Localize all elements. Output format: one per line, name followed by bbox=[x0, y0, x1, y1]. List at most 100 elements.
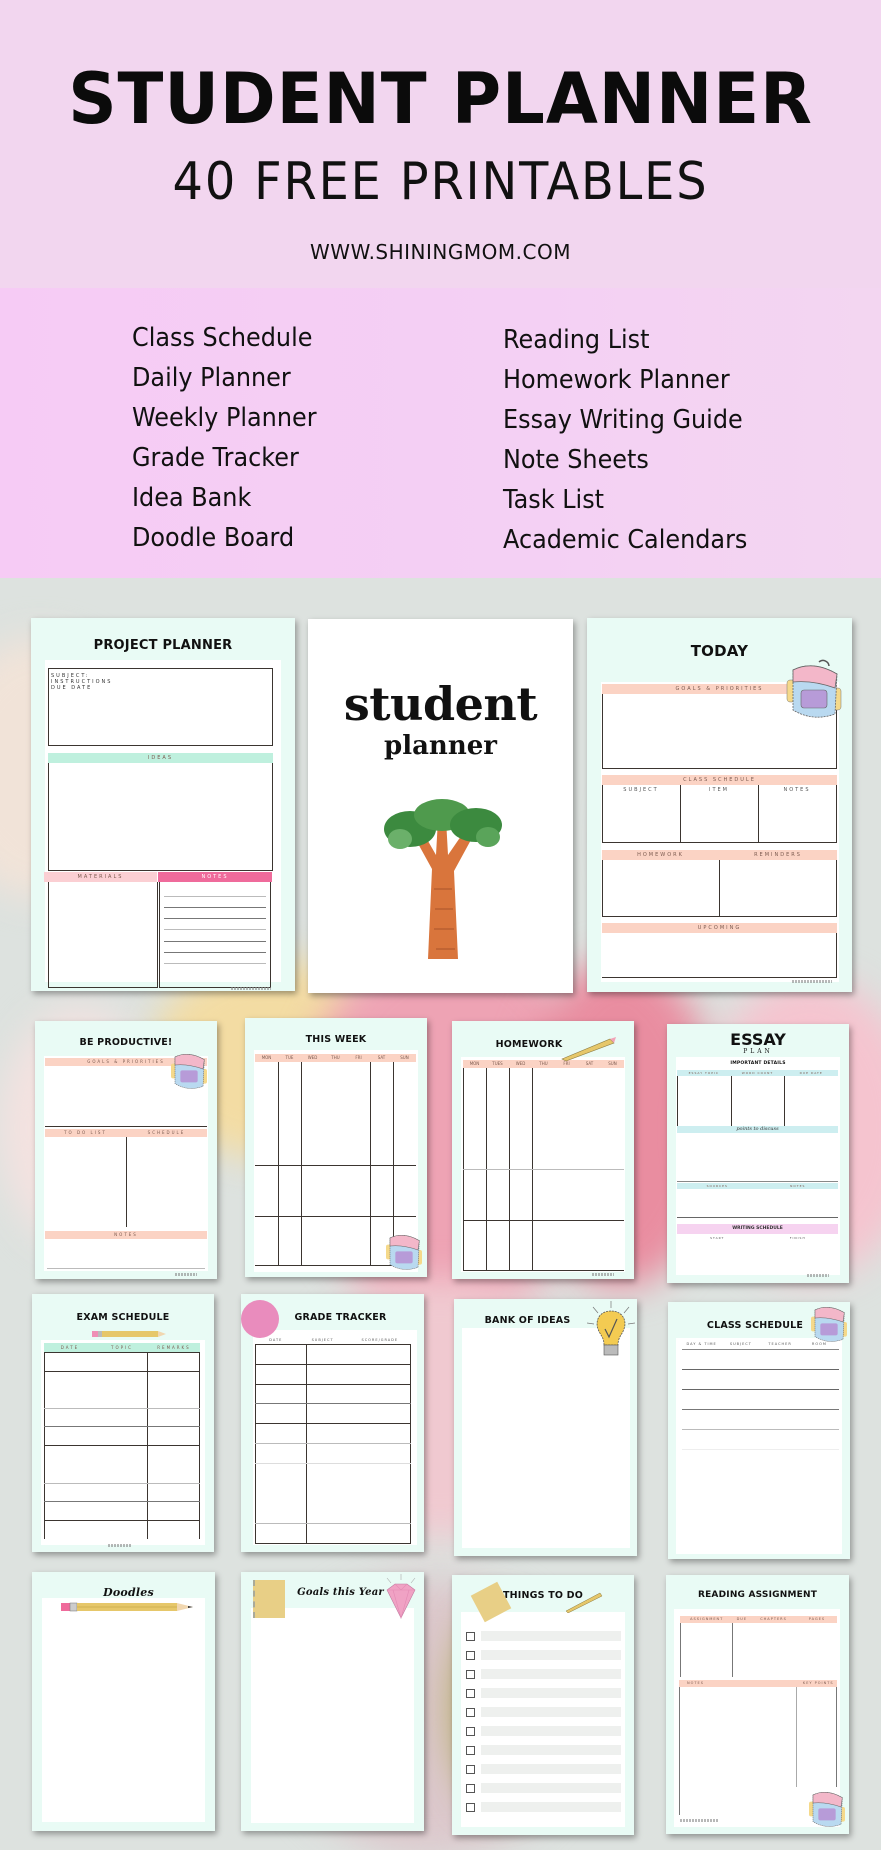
exam-schedule-page[interactable]: EXAM SCHEDULE DATE TOPIC REMARKS bbox=[32, 1294, 214, 1552]
section-header: NOTES bbox=[45, 1231, 207, 1239]
todo-line[interactable] bbox=[481, 1802, 621, 1812]
column-header: DAY & TIME bbox=[686, 1342, 717, 1346]
todo-checkbox[interactable] bbox=[466, 1689, 475, 1698]
todo-checkbox[interactable] bbox=[466, 1746, 475, 1755]
section-label: IMPORTANT DETAILS bbox=[730, 1061, 786, 1066]
todo-line[interactable] bbox=[481, 1631, 621, 1641]
list-item: Grade Tracker bbox=[132, 443, 299, 473]
todo-line[interactable] bbox=[481, 1726, 621, 1736]
todo-line[interactable] bbox=[481, 1745, 621, 1755]
todo-checkbox[interactable] bbox=[466, 1651, 475, 1660]
reading-assignment-page[interactable]: READING ASSIGNMENT ASSIGNMENT DUE CHAPTE… bbox=[666, 1575, 849, 1834]
column-header: TOPIC bbox=[111, 1345, 133, 1350]
todo-checkbox[interactable] bbox=[466, 1727, 475, 1736]
list-item: Daily Planner bbox=[132, 363, 291, 393]
section-header: IDEAS bbox=[48, 753, 273, 763]
class-schedule-page[interactable]: CLASS SCHEDULE DAY & TIME SUBJECT TEACHE… bbox=[668, 1302, 850, 1559]
backpack-icon bbox=[386, 1234, 422, 1270]
day-label: SUN bbox=[608, 1061, 617, 1066]
day-label: THU bbox=[539, 1061, 548, 1066]
page-title: BE PRODUCTIVE! bbox=[79, 1037, 173, 1048]
todo-line[interactable] bbox=[481, 1783, 621, 1793]
footer-url bbox=[231, 987, 271, 990]
list-item: Class Schedule bbox=[132, 323, 313, 353]
todo-checkbox[interactable] bbox=[466, 1803, 475, 1812]
bank-of-ideas-page[interactable]: BANK OF IDEAS bbox=[454, 1299, 637, 1556]
todo-line[interactable] bbox=[481, 1707, 621, 1717]
columns-header: ASSIGNMENT DUE CHAPTERS PAGES bbox=[680, 1616, 837, 1623]
todo-checkbox[interactable] bbox=[466, 1784, 475, 1793]
pencil-icon bbox=[61, 1602, 193, 1612]
column-header: SUBJECT bbox=[729, 1342, 752, 1346]
list-item: Academic Calendars bbox=[503, 525, 748, 555]
section-header: TO DO LIST bbox=[45, 1129, 126, 1137]
column-header: KEY POINTS bbox=[802, 1681, 834, 1685]
day-label: TUE bbox=[285, 1055, 294, 1060]
this-week-page[interactable]: THIS WEEK MON TUE WED THU FRI SAT SUN bbox=[245, 1018, 427, 1277]
todo-checkbox[interactable] bbox=[466, 1765, 475, 1774]
essay-plan-page[interactable]: ESSAY PLAN IMPORTANT DETAILS ESSAY TOPIC… bbox=[667, 1024, 849, 1283]
diamond-icon bbox=[386, 1574, 416, 1620]
be-productive-page[interactable]: BE PRODUCTIVE! GOALS & PRIORITIES TO DO … bbox=[35, 1021, 217, 1279]
page-title: EXAM SCHEDULE bbox=[76, 1312, 170, 1323]
doodles-page[interactable]: Doodles bbox=[32, 1572, 215, 1831]
backpack-icon bbox=[809, 1791, 845, 1827]
column-header: SCORE/GRADE bbox=[361, 1338, 399, 1342]
footer-url bbox=[792, 980, 832, 983]
page-title: PROJECT PLANNER bbox=[93, 638, 233, 653]
section-header: NOTES bbox=[158, 872, 272, 882]
column-header: DUE bbox=[736, 1617, 748, 1621]
column-header: DUE DATE bbox=[799, 1071, 823, 1075]
section-header: REMINDERS bbox=[719, 850, 837, 860]
column-header: DATE bbox=[60, 1345, 80, 1350]
columns-header: DATE SUBJECT SCORE/GRADE bbox=[255, 1336, 411, 1344]
section-header: HOMEWORK bbox=[602, 850, 719, 860]
todo-line[interactable] bbox=[481, 1688, 621, 1698]
info-line: DUE DATE bbox=[51, 685, 93, 691]
pencil-icon bbox=[561, 1037, 616, 1061]
ideas-box bbox=[48, 763, 273, 871]
section-header: MATERIALS bbox=[44, 872, 157, 882]
today-page[interactable]: TODAY GOALS & PRIORITIES CLASS SCHEDULE … bbox=[587, 618, 852, 992]
list-item: Reading List bbox=[503, 325, 650, 355]
footer-url bbox=[108, 1544, 132, 1547]
page-title: THIS WEEK bbox=[305, 1034, 367, 1045]
grade-tracker-page[interactable]: GRADE TRACKER DATE SUBJECT SCORE/GRADE bbox=[241, 1294, 424, 1552]
goals-this-year-page[interactable]: Goals this Year bbox=[241, 1572, 424, 1831]
day-label: THU bbox=[331, 1055, 340, 1060]
day-label: MON bbox=[261, 1055, 272, 1060]
day-label: FRI bbox=[355, 1055, 362, 1060]
todo-line[interactable] bbox=[481, 1669, 621, 1679]
project-planner-page[interactable]: PROJECT PLANNER SUBJECT: INSTRUCTIONS DU… bbox=[31, 618, 295, 991]
pencil-icon bbox=[92, 1331, 166, 1337]
days-header: MON TUE WED THU FRI SAT SUN bbox=[255, 1054, 416, 1062]
things-to-do-page[interactable]: THINGS TO DO bbox=[452, 1575, 634, 1835]
page-title: ESSAY bbox=[730, 1030, 786, 1049]
column-header: ESSAY TOPIC bbox=[688, 1071, 720, 1075]
list-item: Task List bbox=[503, 485, 605, 515]
section-header: points to discuss bbox=[677, 1126, 838, 1133]
cover-title: student bbox=[343, 677, 538, 731]
page-title: READING ASSIGNMENT bbox=[697, 1590, 818, 1600]
column-header: PAGES bbox=[808, 1617, 826, 1621]
list-item: Doodle Board bbox=[132, 523, 295, 553]
todo-line[interactable] bbox=[481, 1650, 621, 1660]
list-item: Note Sheets bbox=[503, 445, 649, 475]
website-link[interactable]: WWW.SHININGMOM.COM bbox=[0, 240, 881, 264]
day-label: WED bbox=[307, 1055, 318, 1060]
cover-page[interactable]: student planner bbox=[308, 619, 573, 993]
column-header: START bbox=[710, 1236, 725, 1240]
backpack-icon bbox=[171, 1053, 207, 1089]
columns-header: DATE TOPIC REMARKS bbox=[44, 1343, 200, 1352]
todo-checkbox[interactable] bbox=[466, 1632, 475, 1641]
todo-checkbox[interactable] bbox=[466, 1708, 475, 1717]
column-header: SUBJECT bbox=[311, 1338, 334, 1342]
contents-left-column: Class Schedule Daily Planner Weekly Plan… bbox=[132, 318, 333, 558]
baobab-tree-icon bbox=[384, 799, 502, 959]
notes-box bbox=[159, 882, 271, 988]
day-label: SAT bbox=[377, 1055, 386, 1060]
homework-page[interactable]: HOMEWORK MON TUES WED THU FRI SAT SUN bbox=[452, 1021, 634, 1279]
todo-checkbox[interactable] bbox=[466, 1670, 475, 1679]
todo-line[interactable] bbox=[481, 1764, 621, 1774]
column-header: TEACHER bbox=[768, 1342, 792, 1346]
